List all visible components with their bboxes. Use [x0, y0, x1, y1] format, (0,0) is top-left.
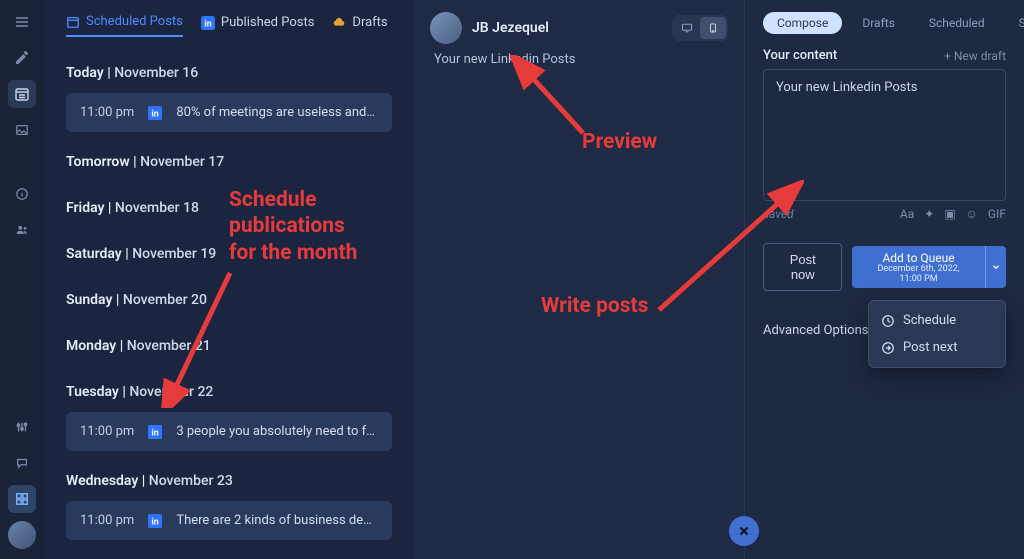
linkedin-icon: in: [148, 514, 162, 528]
compose-tabs: Compose Drafts Scheduled Sent: [763, 12, 1006, 34]
linkedin-icon: in: [148, 425, 162, 439]
queue-chevron-button[interactable]: [985, 246, 1006, 289]
queue-button-group: Add to Queue December 6th, 2022, 11:00 P…: [852, 246, 1006, 289]
day-block: Friday | November 18: [44, 182, 414, 216]
queue-dropdown: Schedule Post next: [868, 300, 1006, 368]
schedule-tabs: Scheduled Posts in Published Posts Draft…: [44, 0, 414, 47]
day-label: Wednesday | November 23: [66, 473, 392, 489]
sliders-icon[interactable]: [8, 413, 36, 441]
sparkle-icon[interactable]: ✦: [924, 207, 934, 221]
tab-label: Drafts: [352, 15, 387, 30]
post-snippet: There are 2 kinds of business decisions:…: [176, 513, 378, 528]
saved-indicator: saved: [763, 207, 794, 221]
author-avatar: [430, 12, 462, 44]
tab-drafts[interactable]: Drafts: [332, 15, 387, 36]
day-label: Saturday | November 19: [66, 246, 392, 262]
tab-label: Published Posts: [221, 15, 315, 30]
preview-column: JB Jezequel Your new Linkedin Posts: [414, 0, 744, 559]
compose-tab-sent[interactable]: Sent: [1005, 12, 1024, 34]
author-name: JB Jezequel: [472, 20, 549, 36]
day-label: Tomorrow | November 17: [66, 154, 392, 170]
tab-published-posts[interactable]: in Published Posts: [201, 15, 315, 36]
edit-icon[interactable]: [8, 44, 36, 72]
linkedin-icon: in: [148, 106, 162, 120]
day-label: Sunday | November 20: [66, 292, 392, 308]
compose-tab-compose[interactable]: Compose: [763, 12, 842, 34]
day-block: Today | November 16 11:00 pm in 80% of m…: [44, 47, 414, 132]
linkedin-badge-icon: in: [201, 16, 215, 30]
left-rail: [0, 0, 44, 559]
editor-tools: Aa ✦ ▣ ☺ GIF: [900, 207, 1006, 221]
svg-text:in: in: [152, 428, 159, 438]
compose-tab-drafts[interactable]: Drafts: [848, 12, 909, 34]
day-block: Tomorrow | November 17: [44, 136, 414, 170]
dropdown-schedule[interactable]: Schedule: [869, 307, 1005, 334]
emoji-icon[interactable]: ☺: [966, 207, 978, 221]
content-label: Your content: [763, 48, 837, 63]
calendar-icon: [66, 15, 80, 29]
svg-text:in: in: [152, 109, 159, 119]
schedule-column: Scheduled Posts in Published Posts Draft…: [44, 0, 414, 559]
day-label: Friday | November 18: [66, 200, 392, 216]
tab-scheduled-posts[interactable]: Scheduled Posts: [66, 14, 183, 37]
saved-row: saved Aa ✦ ▣ ☺ GIF: [763, 207, 1006, 221]
post-snippet: 80% of meetings are useless and could be…: [176, 105, 378, 120]
device-toggle: [672, 15, 728, 41]
day-label: Monday | November 21: [66, 338, 392, 354]
compose-tab-scheduled[interactable]: Scheduled: [915, 12, 999, 34]
preview-body-text: Your new Linkedin Posts: [430, 52, 728, 67]
add-queue-sublabel: December 6th, 2022, 11:00 PM: [868, 265, 968, 285]
desktop-view-button[interactable]: [674, 17, 700, 39]
day-block: Wednesday | November 23 11:00 pm in Ther…: [44, 455, 414, 540]
day-block: Monday | November 21: [44, 320, 414, 354]
new-draft-link[interactable]: + New draft: [944, 49, 1006, 63]
font-size-icon[interactable]: Aa: [900, 207, 914, 221]
dropdown-post-next[interactable]: Post next: [869, 334, 1005, 361]
action-row: Post now Add to Queue December 6th, 2022…: [763, 243, 1006, 291]
image-icon[interactable]: [8, 116, 36, 144]
content-textarea[interactable]: Your new Linkedin Posts: [763, 69, 1006, 201]
gif-icon[interactable]: GIF: [988, 207, 1006, 221]
mobile-view-button[interactable]: [700, 17, 726, 39]
scheduled-post-row[interactable]: 11:00 pm in 80% of meetings are useless …: [66, 93, 392, 132]
day-block: Tuesday | November 22 11:00 pm in 3 peop…: [44, 366, 414, 451]
add-to-queue-button[interactable]: Add to Queue December 6th, 2022, 11:00 P…: [852, 246, 984, 289]
dropdown-post-next-label: Post next: [903, 340, 958, 355]
close-button[interactable]: [729, 516, 759, 546]
day-label: Tuesday | November 22: [66, 384, 392, 400]
image-insert-icon[interactable]: ▣: [944, 207, 955, 221]
grid-icon[interactable]: [8, 485, 36, 513]
chat-icon[interactable]: [8, 449, 36, 477]
hamburger-icon[interactable]: [8, 8, 36, 36]
day-block: Saturday | November 19: [44, 228, 414, 262]
scheduled-post-row[interactable]: 11:00 pm in 3 people you absolutely need…: [66, 412, 392, 451]
post-now-button[interactable]: Post now: [763, 243, 842, 291]
dropdown-schedule-label: Schedule: [903, 313, 956, 328]
svg-text:in: in: [152, 517, 159, 527]
preview-header: JB Jezequel: [430, 12, 728, 44]
info-icon[interactable]: [8, 180, 36, 208]
day-block: Sunday | November 20: [44, 274, 414, 308]
compose-column: Compose Drafts Scheduled Sent Your conte…: [744, 0, 1024, 559]
user-avatar[interactable]: [8, 521, 36, 549]
post-time: 11:00 pm: [80, 424, 134, 439]
people-icon[interactable]: [8, 216, 36, 244]
add-queue-label: Add to Queue: [882, 251, 954, 265]
post-time: 11:00 pm: [80, 513, 134, 528]
tab-label: Scheduled Posts: [86, 14, 183, 29]
calendar-list-icon[interactable]: [8, 80, 36, 108]
day-label: Today | November 16: [66, 65, 392, 81]
post-snippet: 3 people you absolutely need to follow a…: [176, 424, 378, 439]
scheduled-post-row[interactable]: 11:00 pm in There are 2 kinds of busines…: [66, 501, 392, 540]
post-time: 11:00 pm: [80, 105, 134, 120]
svg-text:in: in: [204, 19, 211, 29]
content-header: Your content + New draft: [763, 48, 1006, 63]
cloud-icon: [332, 16, 346, 30]
